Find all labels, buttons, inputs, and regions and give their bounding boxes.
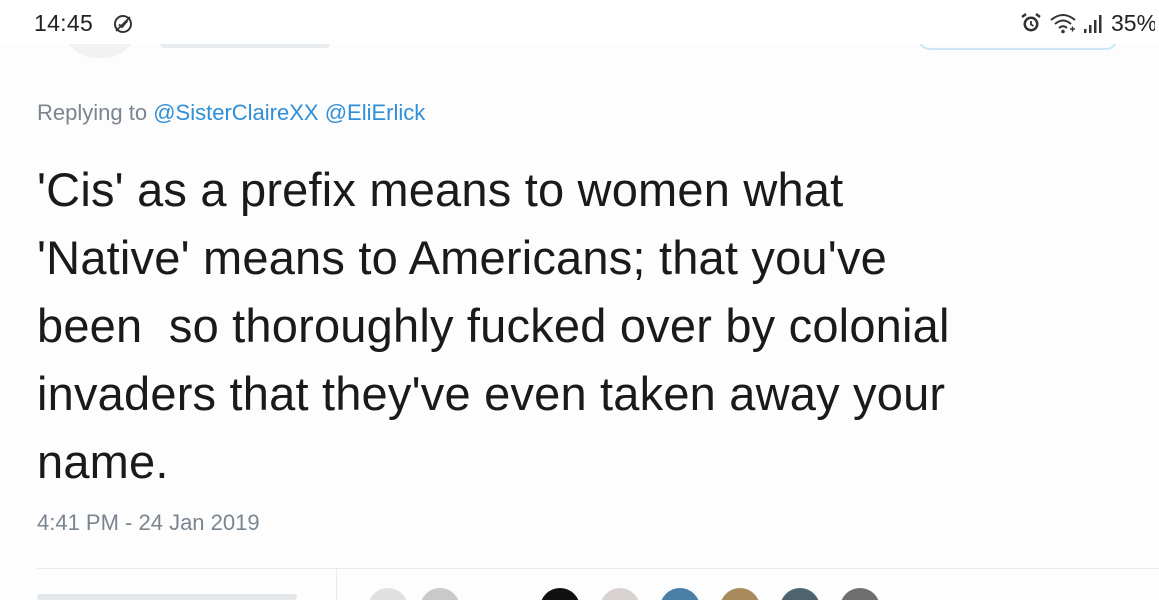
stat-separator bbox=[336, 569, 337, 600]
battery-level: 35% bbox=[1111, 9, 1155, 36]
tweet-text: 'Cis' as a prefix means to women what 'N… bbox=[37, 163, 950, 488]
mention-link[interactable]: @EliErlick bbox=[325, 100, 426, 125]
liker-avatar[interactable] bbox=[840, 588, 880, 600]
signal-icon bbox=[1084, 15, 1102, 33]
liker-avatar[interactable] bbox=[420, 588, 460, 600]
liker-avatar[interactable] bbox=[540, 588, 580, 600]
retweet-stat[interactable] bbox=[37, 594, 297, 600]
status-icons: 35% bbox=[1019, 10, 1159, 36]
replying-to-line: Replying to @SisterClaireXX @EliErlick bbox=[37, 100, 425, 126]
divider bbox=[37, 568, 1159, 569]
liker-avatar[interactable] bbox=[600, 588, 640, 600]
status-time: 14:45 bbox=[34, 10, 94, 36]
replying-to-label: Replying to bbox=[37, 100, 148, 125]
wifi-icon bbox=[1050, 14, 1076, 34]
tweet-screenshot: 14:45 35% Replying to @SisterClaireXX @E… bbox=[0, 0, 1159, 600]
tweet-timestamp[interactable]: 4:41 PM - 24 Jan 2019 bbox=[37, 510, 260, 536]
liker-avatar[interactable] bbox=[720, 588, 760, 600]
status-bar: 14:45 35% bbox=[0, 0, 1159, 44]
liker-avatar[interactable] bbox=[660, 588, 700, 600]
liker-avatar[interactable] bbox=[368, 588, 408, 600]
mention-link[interactable]: @SisterClaireXX bbox=[153, 100, 318, 125]
alarm-icon bbox=[1021, 13, 1041, 32]
liker-avatar[interactable] bbox=[780, 588, 820, 600]
check-circle-icon bbox=[114, 15, 132, 33]
